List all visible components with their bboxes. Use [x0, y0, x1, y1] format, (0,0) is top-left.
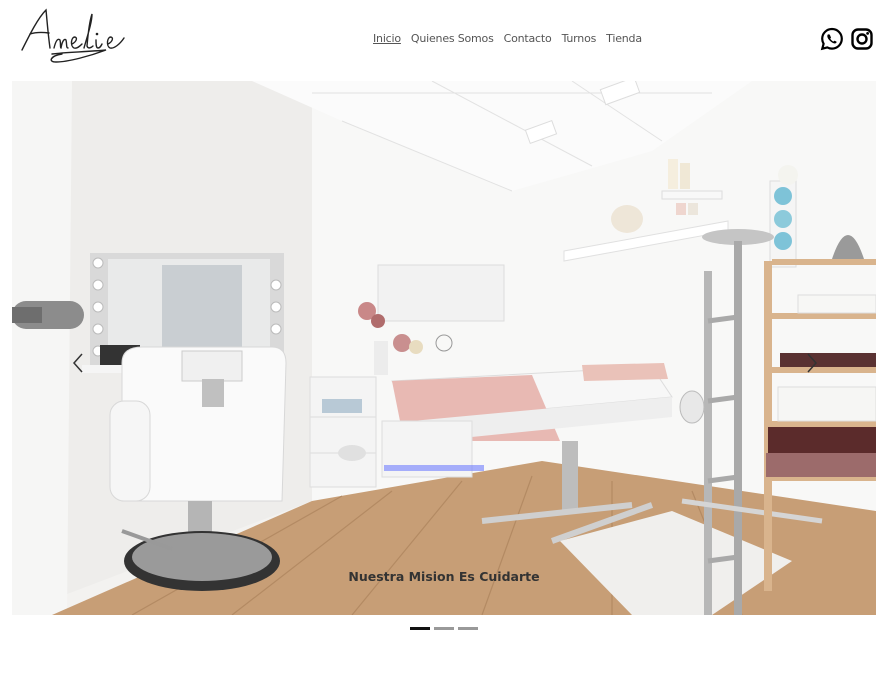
- brand-logo[interactable]: [16, 4, 140, 68]
- nav-item-inicio[interactable]: Inicio: [373, 32, 401, 45]
- whatsapp-icon[interactable]: [820, 27, 844, 51]
- chevron-right-icon: [807, 353, 818, 373]
- site-header: Inicio Quienes Somos Contacto Turnos Tie…: [0, 0, 888, 80]
- carousel-next-button[interactable]: [802, 351, 822, 375]
- nav-item-turnos[interactable]: Turnos: [562, 32, 597, 45]
- carousel-indicator-1[interactable]: [410, 627, 430, 630]
- salon-room-photo: [12, 81, 876, 615]
- nav-item-quienes-somos[interactable]: Quienes Somos: [411, 32, 494, 45]
- carousel-caption: Nuestra Mision Es Cuidarte: [348, 569, 540, 584]
- logo-script-icon: [21, 8, 125, 63]
- carousel-indicators: [410, 627, 478, 630]
- main-nav: Inicio Quienes Somos Contacto Turnos Tie…: [373, 32, 642, 45]
- instagram-icon[interactable]: [850, 27, 874, 51]
- nav-item-tienda[interactable]: Tienda: [606, 32, 642, 45]
- carousel-indicator-3[interactable]: [458, 627, 478, 630]
- page: Inicio Quienes Somos Contacto Turnos Tie…: [0, 0, 888, 685]
- nav-item-contacto[interactable]: Contacto: [504, 32, 552, 45]
- chevron-left-icon: [72, 353, 83, 373]
- social-links: [820, 27, 874, 51]
- hero-carousel[interactable]: Nuestra Mision Es Cuidarte: [12, 81, 876, 615]
- carousel-prev-button[interactable]: [70, 351, 90, 375]
- carousel-indicator-2[interactable]: [434, 627, 454, 630]
